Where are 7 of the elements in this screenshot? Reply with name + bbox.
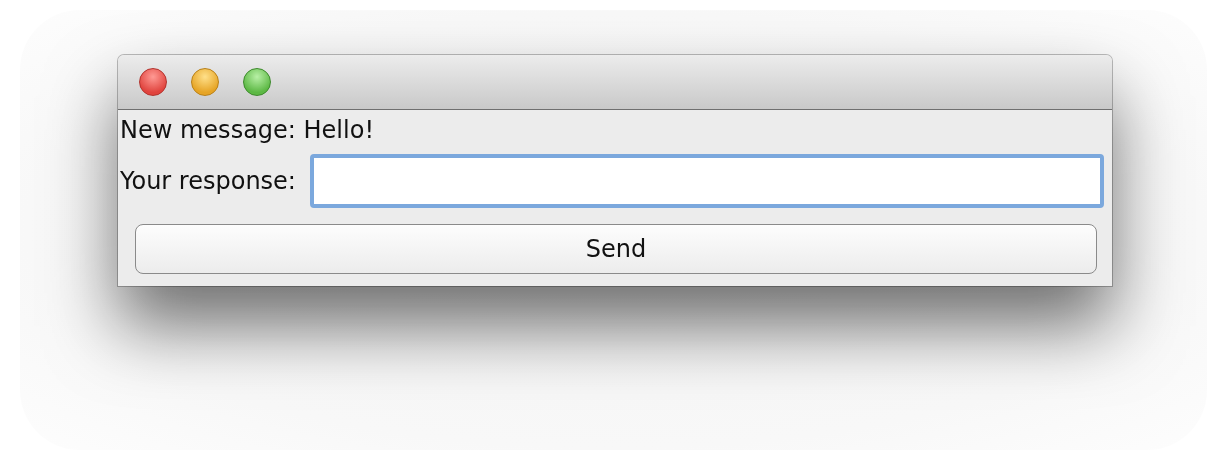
zoom-icon[interactable] (243, 68, 271, 96)
send-button[interactable]: Send (135, 224, 1097, 274)
response-label: Your response: (120, 167, 296, 195)
message-label: New message: Hello! (120, 116, 375, 144)
response-field[interactable] (309, 154, 1104, 208)
close-icon[interactable] (139, 68, 167, 96)
minimize-icon[interactable] (191, 68, 219, 96)
